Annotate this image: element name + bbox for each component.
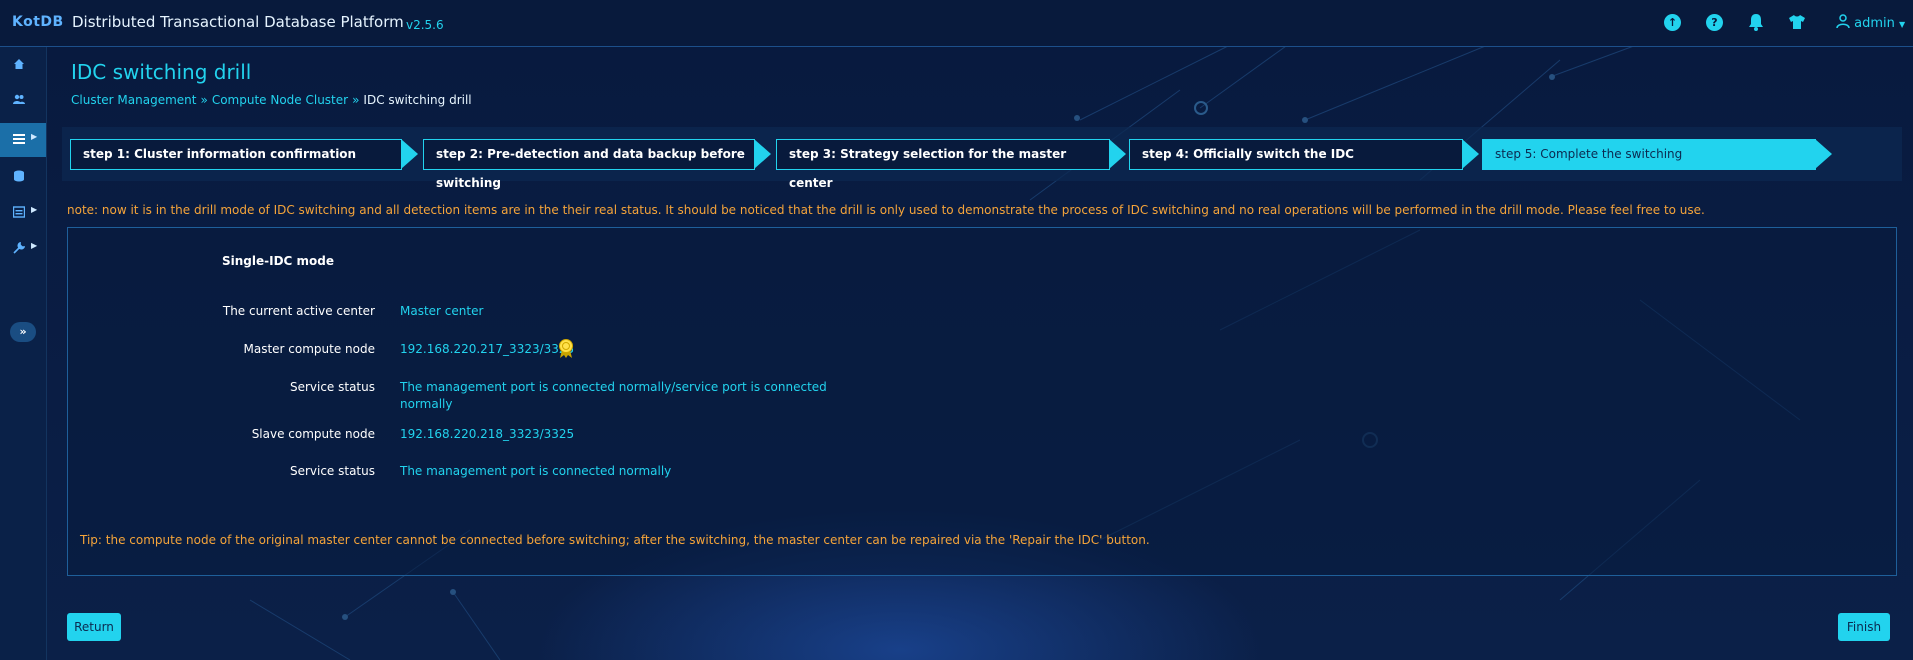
panel-icon (13, 206, 25, 218)
step-label: step 4: Officially switch the IDC (1129, 139, 1463, 170)
sidebar-expand-button[interactable]: » (10, 322, 36, 342)
sidebar-item-panel[interactable]: ▶ (0, 196, 46, 230)
label-slave-compute-node: Slave compute node (251, 427, 375, 441)
label-active-center: The current active center (222, 304, 375, 318)
top-bar: KotDB Distributed Transactional Database… (0, 0, 1913, 47)
database-icon (14, 170, 24, 182)
app-title: Distributed Transactional Database Platf… (72, 13, 404, 31)
shirt-icon[interactable] (1788, 14, 1806, 34)
step-label: step 2: Pre-detection and data backup be… (423, 139, 755, 190)
help-icon[interactable]: ? (1706, 14, 1723, 31)
drill-note: note: now it is in the drill mode of IDC… (67, 203, 1705, 217)
step-arrow (1109, 139, 1126, 169)
breadcrumb-link-compute-node-cluster[interactable]: Compute Node Cluster (212, 93, 348, 107)
value-active-center: Master center (400, 304, 484, 318)
value-service-status-master-line1: The management port is connected normall… (400, 380, 827, 394)
value-slave-compute-node: 192.168.220.218_3323/3325 (400, 427, 575, 441)
page-title: IDC switching drill (71, 60, 252, 84)
sidebar-item-database[interactable] (0, 160, 46, 194)
chevron-right-icon: ▶ (31, 205, 38, 214)
home-icon (14, 59, 24, 69)
wrench-icon (13, 242, 25, 254)
finish-button[interactable]: Finish (1838, 613, 1890, 641)
user-menu[interactable]: admin ▼ (1836, 14, 1905, 31)
sidebar-item-users[interactable] (0, 83, 46, 117)
chevron-right-icon: ▶ (31, 132, 38, 141)
version-label: v2.5.6 (406, 18, 444, 32)
step-label: step 5: Complete the switching (1482, 139, 1816, 170)
step-label: step 1: Cluster information confirmation (70, 139, 402, 170)
label-master-compute-node: Master compute node (243, 342, 376, 356)
master-medal-icon (559, 339, 573, 358)
sidebar-item-home[interactable] (0, 48, 46, 82)
value-service-status-slave: The management port is connected normall… (400, 464, 672, 478)
return-button[interactable]: Return (67, 613, 121, 641)
user-name: admin (1854, 16, 1895, 31)
breadcrumb: Cluster Management » Compute Node Cluster »… (71, 93, 472, 107)
label-service-status-master: Service status (289, 380, 375, 394)
caret-down-icon: ▼ (1899, 20, 1906, 29)
breadcrumb-current: IDC switching drill (363, 93, 472, 107)
step-arrow (754, 139, 771, 169)
breadcrumb-link-cluster-management[interactable]: Cluster Management (71, 93, 196, 107)
info-panel (67, 227, 1897, 576)
chevron-right-icon: ▶ (31, 241, 38, 250)
sidebar: ▶ ▶ ▶ » (0, 47, 47, 660)
bell-icon[interactable] (1748, 13, 1764, 35)
logo[interactable]: KotDB (12, 14, 64, 30)
breadcrumb-separator: » (200, 93, 208, 107)
step-arrow (401, 139, 418, 169)
label-service-status-slave: Service status (289, 464, 375, 478)
step-arrow (1462, 139, 1479, 169)
step-label: step 3: Strategy selection for the maste… (776, 139, 1110, 190)
switch-tip: Tip: the compute node of the original ma… (80, 533, 1150, 547)
step-arrow (1815, 139, 1832, 169)
mode-title: Single-IDC mode (222, 254, 335, 268)
upload-icon[interactable]: ↑ (1664, 14, 1681, 31)
user-icon (1836, 14, 1850, 29)
value-service-status-master-line2: normally (400, 397, 453, 411)
sidebar-item-list[interactable]: ▶ (0, 123, 46, 157)
breadcrumb-separator: » (352, 93, 360, 107)
sidebar-item-tools[interactable]: ▶ (0, 232, 46, 266)
users-icon (13, 94, 25, 104)
value-master-compute-node: 192.168.220.217_3323/3325 (400, 342, 575, 356)
list-icon (13, 134, 25, 144)
